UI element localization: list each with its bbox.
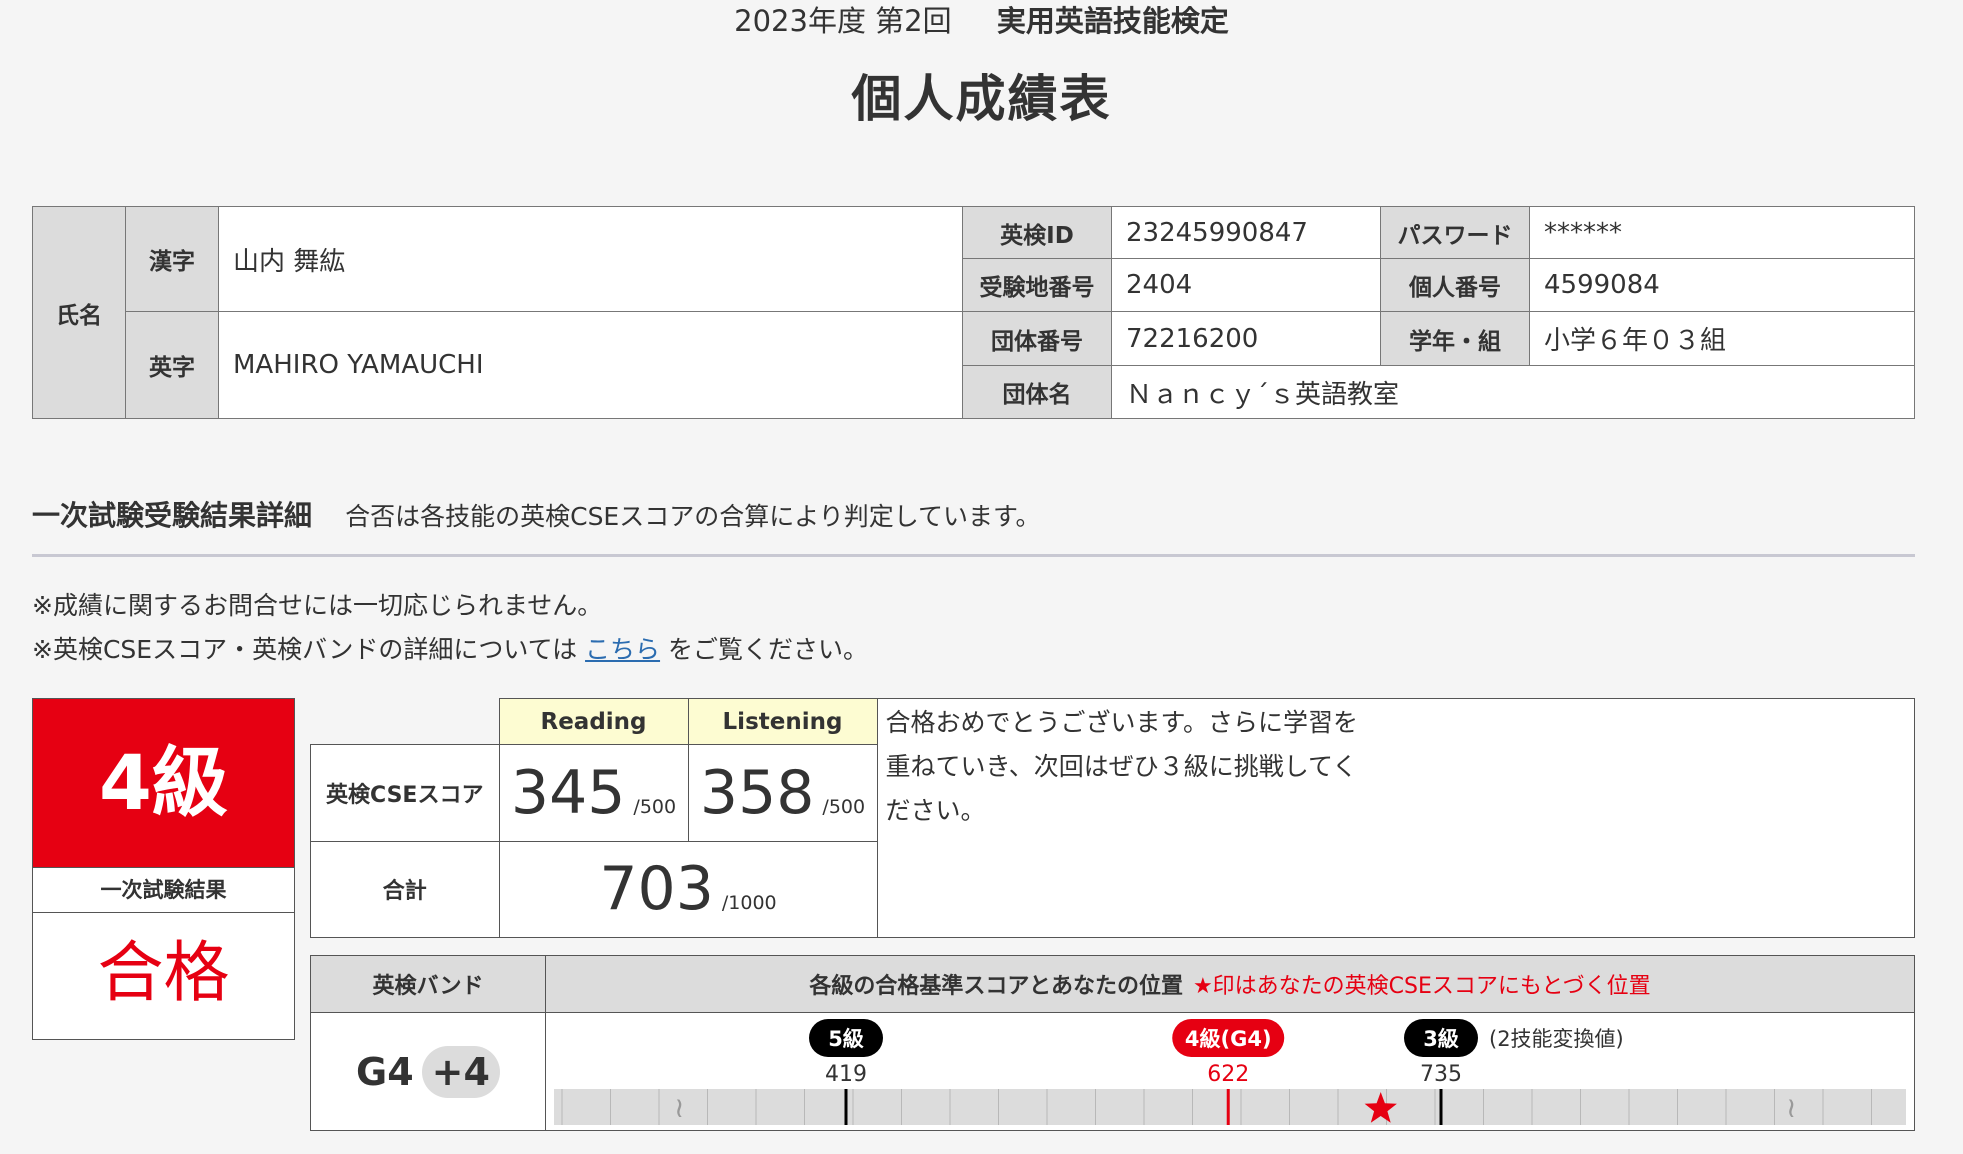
personal-no-label: 個人番号 xyxy=(1380,258,1530,312)
band-value-cell: G4 +4 xyxy=(310,1012,546,1131)
band-scale-graphic: ≀ ≀ 5級 419 4級(G4) 622 3級 735 (2技能変換値) xyxy=(554,1019,1906,1125)
total-label: 合計 xyxy=(310,840,500,939)
section-description: 合否は各技能の英検CSEスコアの合算により判定しています。 xyxy=(345,502,1041,531)
note-details-text: ※英検CSEスコア・英検バンドの詳細については xyxy=(32,635,578,664)
grade-marker-label-1: 4級(G4) xyxy=(1185,1027,1272,1051)
page-title: 個人成績表 xyxy=(851,70,1112,128)
grade-class-value: 小学６年０３組 xyxy=(1529,311,1915,366)
note-details: ※英検CSEスコア・英検バンドの詳細については こちら をご覧ください。 xyxy=(32,630,868,666)
total-score-max: /1000 xyxy=(721,892,777,915)
roman-label: 英字 xyxy=(125,311,219,419)
name-label: 氏名 xyxy=(32,206,126,419)
eiken-id-label: 英検ID xyxy=(962,206,1112,259)
password-label: パスワード xyxy=(1380,206,1530,259)
total-score: 703/1000 xyxy=(498,840,878,939)
score-table: Reading Listening 合格おめでとうございます。さらに学習を 重ね… xyxy=(310,697,1915,939)
password-value: ****** xyxy=(1529,206,1915,259)
group-no-value: 72216200 xyxy=(1111,311,1381,366)
section-header: 一次試験受験結果詳細 合否は各技能の英検CSEスコアの合算により判定しています。 xyxy=(32,494,1915,557)
kanji-label: 漢字 xyxy=(125,206,219,312)
group-name-label: 団体名 xyxy=(962,365,1112,419)
listening-header: Listening xyxy=(687,697,878,746)
grade-result-box: 4級 一次試験結果 合格 xyxy=(32,698,295,1040)
band-header: 各級の合格基準スコアとあなたの位置 ★印はあなたの英検CSEスコアにもとづく位置 xyxy=(545,955,1915,1013)
cse-score-label: 英検CSEスコア xyxy=(310,744,500,842)
listening-score-value: 358 xyxy=(699,757,815,828)
section-title: 一次試験受験結果詳細 xyxy=(32,499,313,532)
band-scale-cell: ≀ ≀ 5級 419 4級(G4) 622 3級 735 (2技能変換値) xyxy=(545,1012,1915,1131)
message-line-2: 重ねていき、次回はぜひ３級に挑戦してく xyxy=(885,752,1358,781)
eiken-id-value: 23245990847 xyxy=(1111,206,1381,259)
reading-score: 345/500 xyxy=(498,744,689,842)
band-label: 英検バンド xyxy=(310,955,546,1013)
note-inquiry: ※成績に関するお問合せには一切応じられません。 xyxy=(32,591,603,620)
group-no-label: 団体番号 xyxy=(962,311,1112,366)
grade-class-label: 学年・組 xyxy=(1380,311,1530,366)
exam-site-value: 2404 xyxy=(1111,258,1381,312)
grade-marker-score-1: 622 xyxy=(1207,1062,1249,1087)
reading-score-max: /500 xyxy=(633,795,677,818)
message-line-1: 合格おめでとうございます。さらに学習を xyxy=(885,708,1359,737)
score-table-corner xyxy=(311,699,500,745)
kanji-name: 山内 舞紘 xyxy=(218,206,963,312)
grade-marker-score-0: 419 xyxy=(825,1062,867,1087)
exam-site-label: 受験地番号 xyxy=(962,258,1112,312)
total-score-value: 703 xyxy=(599,854,714,925)
listening-score: 358/500 xyxy=(687,744,878,842)
exam-line: 2023年度 第2回 実用英語技能検定 xyxy=(0,0,1963,42)
grade-marker-label-2: 3級 xyxy=(1423,1027,1459,1051)
note-details-text-after: をご覧ください。 xyxy=(668,635,869,664)
exam-year-round: 2023年度 第2回 xyxy=(734,4,952,38)
conversion-note: (2技能変換値) xyxy=(1489,1027,1624,1051)
grade-marker-label-0: 5級 xyxy=(828,1027,864,1051)
band-plus-badge: +4 xyxy=(421,1045,500,1098)
grade-marker-score-2: 735 xyxy=(1420,1062,1462,1087)
band-table: 英検バンド 各級の合格基準スコアとあなたの位置 ★印はあなたの英検CSEスコアにも… xyxy=(310,955,1915,1131)
message-cell: 合格おめでとうございます。さらに学習を 重ねていき、次回はぜひ３級に挑戦してく … xyxy=(876,698,1915,938)
reading-score-value: 345 xyxy=(510,757,626,828)
details-link[interactable]: こちら xyxy=(585,635,660,664)
grade-level: 4級 xyxy=(33,699,294,867)
reading-header: Reading xyxy=(498,697,689,746)
result-outcome: 合格 xyxy=(97,934,230,1011)
band-scale-bar xyxy=(554,1089,1906,1125)
scale-break-right: ≀ xyxy=(1786,1091,1797,1124)
band-header-note: ★印はあなたの英検CSEスコアにもとづく位置 xyxy=(1192,974,1651,999)
roman-name: MAHIRO YAMAUCHI xyxy=(218,311,963,419)
result-label: 一次試験結果 xyxy=(33,867,294,913)
band-value: G4 xyxy=(356,1049,414,1094)
message-line-3: ださい。 xyxy=(885,796,986,825)
personal-no-value: 4599084 xyxy=(1529,258,1915,312)
scale-break-left: ≀ xyxy=(674,1091,685,1124)
exam-name: 実用英語技能検定 xyxy=(996,4,1229,38)
listening-score-max: /500 xyxy=(822,795,866,818)
group-name-value: Ｎａｎｃｙ´ｓ英語教室 xyxy=(1111,365,1915,419)
student-info-table: 氏名 漢字 山内 舞紘 英検ID 23245990847 パスワード *****… xyxy=(32,206,1915,419)
band-header-text: 各級の合格基準スコアとあなたの位置 xyxy=(809,974,1183,999)
